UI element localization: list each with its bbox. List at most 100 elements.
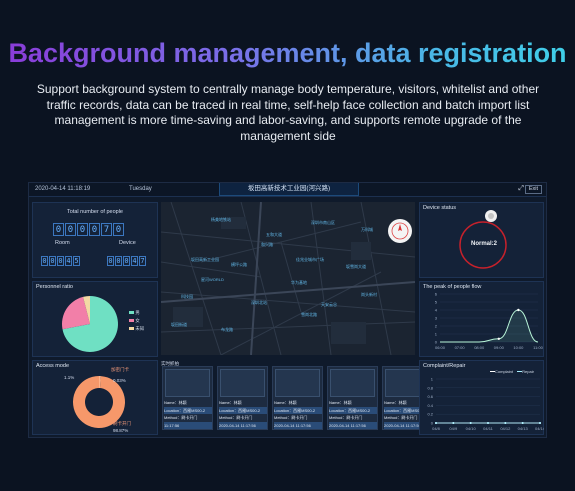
dashboard-title: 坂田高新技术工业园(河兴路) xyxy=(219,183,359,196)
map-label: 坂雪岗大道 xyxy=(346,264,366,269)
exit-button[interactable]: Exit xyxy=(524,185,542,194)
map-label: 万科城 xyxy=(361,227,373,232)
map-label: 布龙路 xyxy=(221,327,233,332)
series-point xyxy=(452,422,455,424)
x-tick-label: 09:00 xyxy=(494,345,505,350)
y-tick-label: 4 xyxy=(435,308,438,313)
map-label: 坂田街道 xyxy=(171,322,187,327)
map-label: 和兴路 xyxy=(261,242,273,247)
y-tick-label: 6 xyxy=(435,292,438,297)
map-label: 星河WORLD xyxy=(201,277,224,282)
snapshot-card[interactable]: Name：林颖 Location：西雁MS00-2 Method：刷卡开门 20… xyxy=(272,366,323,430)
x-tick-label: 04/12 xyxy=(500,426,511,431)
x-tick-label: 08:00 xyxy=(474,345,485,350)
snapshot-method: Method：刷卡开门 xyxy=(219,415,253,420)
series-point xyxy=(487,422,489,424)
map-label: 岗头新村 xyxy=(361,292,377,297)
map-label: 杨美地铁站 xyxy=(211,217,231,222)
personnel-ratio-title: Personnel ratio xyxy=(36,284,73,290)
people-flow-panel: The peak of people flow 0 1 2 3 4 5 6 06:00 07:0… xyxy=(419,281,544,357)
y-tick-label: 0.4 xyxy=(427,403,433,408)
series-point xyxy=(539,422,541,424)
topbar-weekday: Tuesday xyxy=(129,186,152,192)
map-label: 深圳北站 xyxy=(251,300,267,305)
map-label: 华为基地 xyxy=(291,280,307,285)
legend-swatch xyxy=(129,327,134,330)
snapshot-method: Method：刷卡开门 xyxy=(274,415,308,420)
counter-digit: 7 xyxy=(101,223,112,236)
y-tick-label: 0.6 xyxy=(427,394,433,399)
snapshot-time: 11:17:56 xyxy=(164,423,180,428)
counter-digit: 0 xyxy=(65,223,76,236)
x-tick-label: 07:00 xyxy=(455,345,466,350)
counter-digit: 0 xyxy=(115,256,122,266)
counter-digit: 0 xyxy=(41,256,48,266)
device-label: Device xyxy=(119,240,136,246)
snapshot-name: Name：林颖 xyxy=(274,400,297,405)
counter-digit: 0 xyxy=(53,223,64,236)
hero-title: Background management, data registration xyxy=(0,38,575,69)
expand-icon[interactable]: ⤢ xyxy=(518,185,524,193)
map-label: 横坪公路 xyxy=(231,262,247,267)
personnel-ratio-panel: Personnel ratio 男 女 未知 xyxy=(32,281,158,357)
total-counter: 000070 xyxy=(53,219,125,237)
location-map[interactable]: 深圳市南山区 和兴路 坂田高新工业园 横坪公路 五和大道 华为基地 科技园 坂雪岗大道 雪岗北路… xyxy=(161,202,415,355)
hero-section: Background management, data registration… xyxy=(0,0,575,180)
y-tick-label: 0 xyxy=(435,340,438,345)
snapshot-name: Name：林颖 xyxy=(164,400,187,405)
x-tick-label: 04/13 xyxy=(518,426,529,431)
room-counter: 00045 xyxy=(41,250,81,268)
x-tick-label: 04/9 xyxy=(449,426,458,431)
series-point xyxy=(504,422,507,424)
device-counter: 00047 xyxy=(107,250,147,268)
series-point xyxy=(521,422,524,424)
compass-icon[interactable] xyxy=(387,218,413,244)
x-tick-label: 11:00 xyxy=(533,345,543,350)
complaint-title: Complaint/Repair xyxy=(423,363,466,369)
legend-swatch xyxy=(129,311,134,314)
y-tick-label: 0 xyxy=(431,421,434,426)
counter-digit: 0 xyxy=(123,256,130,266)
map-roads xyxy=(161,202,415,355)
snapshot-card[interactable]: Name：林颖 Location：西雁MS00-2 Method：刷卡开门 20… xyxy=(217,366,268,430)
complaint-chart: 0 0.2 0.4 0.6 0.8 1 04/8 04/9 04/10 04/11 04/12 04/… xyxy=(427,377,544,432)
counter-digit: 0 xyxy=(113,223,124,236)
access-label-c: 刷卡开门 xyxy=(113,421,131,426)
counter-digit: 0 xyxy=(107,256,114,266)
snapshot-image xyxy=(330,369,375,397)
people-panel: Total number of people 000070 Room Devic… xyxy=(32,202,158,278)
x-tick-label: 04/11 xyxy=(483,426,493,431)
y-tick-label: 3 xyxy=(435,316,438,321)
snapshot-location: Location：西雁MS00-2 xyxy=(164,408,206,413)
snapshot-card[interactable]: Name：林颖 Location：西雁MS00-2 Method：刷卡开门 11… xyxy=(162,366,213,430)
snapshot-image xyxy=(275,369,320,397)
snapshot-time: 2020-04-14 11:17:56 xyxy=(329,423,366,428)
snapshot-card[interactable]: Name：林颖 Location：西雁MS00-2 Method：刷卡开门 20… xyxy=(327,366,378,430)
x-tick-label: 04/14 xyxy=(535,426,544,431)
dashboard-screenshot: 2020-04-14 11:18:19 Tuesday 坂田高新技术工业园(河兴… xyxy=(28,182,547,438)
legend-male: 男 xyxy=(135,310,140,315)
personnel-legend: 男 女 未知 xyxy=(129,310,144,334)
snapshot-location: Location：西雁MS00-2 xyxy=(329,408,371,413)
complaint-panel: Complaint/Repair Complaint Repair 0 0.2 0.… xyxy=(419,360,544,435)
legend-unknown: 未知 xyxy=(135,326,145,331)
counter-digit: 4 xyxy=(131,256,138,266)
room-label: Room xyxy=(55,240,70,246)
legend-female: 女 xyxy=(135,318,140,323)
access-pct-c: 98.87% xyxy=(113,428,129,433)
y-tick-label: 0.8 xyxy=(427,385,433,390)
people-total-title: Total number of people xyxy=(67,209,123,215)
snapshot-time: 2020-04-14 11:17:56 xyxy=(219,423,256,428)
map-label: 坂田高新工业园 xyxy=(191,257,219,262)
y-tick-label: 1 xyxy=(431,377,434,382)
x-tick-label: 04/10 xyxy=(466,426,477,431)
legend-swatch xyxy=(129,319,134,322)
access-mode-panel: Access mode 加密门卡 1.1% 0.03% 刷卡开门 98.87% xyxy=(32,360,158,435)
counter-digit: 0 xyxy=(89,223,100,236)
counter-digit: 0 xyxy=(77,223,88,236)
counter-digit: 0 xyxy=(49,256,56,266)
dashboard-topbar: 2020-04-14 11:18:19 Tuesday 坂田高新技术工业园(河兴… xyxy=(29,183,546,197)
snapshot-name: Name：林颖 xyxy=(219,400,242,405)
map-label: 雪岗北路 xyxy=(301,312,317,317)
counter-digit: 7 xyxy=(139,256,146,266)
